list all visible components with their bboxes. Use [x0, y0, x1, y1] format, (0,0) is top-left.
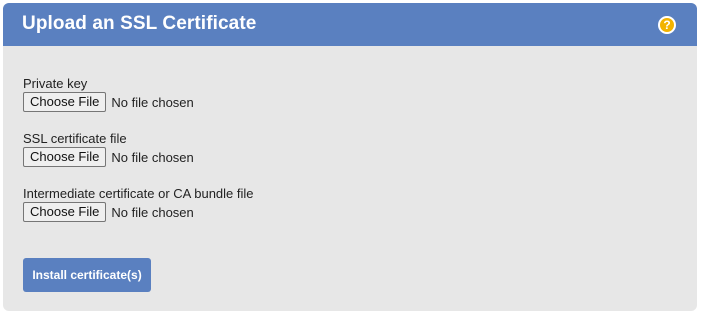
ssl-certificate-choose-file-button[interactable]: Choose File — [23, 147, 107, 167]
ca-bundle-choose-file-button[interactable]: Choose File — [23, 202, 107, 222]
ca-bundle-file-input: Choose File No file chosen — [23, 202, 254, 222]
private-key-file-status: No file chosen — [111, 94, 194, 110]
ca-bundle-file-status: No file chosen — [111, 204, 194, 220]
private-key-field: Private key Choose File No file chosen — [23, 76, 194, 112]
panel-title: Upload an SSL Certificate — [22, 13, 257, 34]
ca-bundle-label: Intermediate certificate or CA bundle fi… — [23, 186, 254, 201]
install-certificates-button[interactable]: Install certificate(s) — [23, 258, 151, 292]
panel-header: Upload an SSL Certificate ? — [3, 3, 697, 46]
private-key-file-input: Choose File No file chosen — [23, 92, 194, 112]
ssl-upload-panel: Upload an SSL Certificate ? Private key … — [3, 3, 697, 311]
help-icon[interactable]: ? — [658, 16, 676, 34]
ssl-certificate-file-status: No file chosen — [111, 149, 194, 165]
ca-bundle-field: Intermediate certificate or CA bundle fi… — [23, 186, 254, 222]
private-key-label: Private key — [23, 76, 88, 91]
ssl-certificate-label: SSL certificate file — [23, 131, 127, 146]
ssl-certificate-file-input: Choose File No file chosen — [23, 147, 194, 167]
private-key-choose-file-button[interactable]: Choose File — [23, 92, 107, 112]
ssl-certificate-field: SSL certificate file Choose File No file… — [23, 131, 194, 167]
